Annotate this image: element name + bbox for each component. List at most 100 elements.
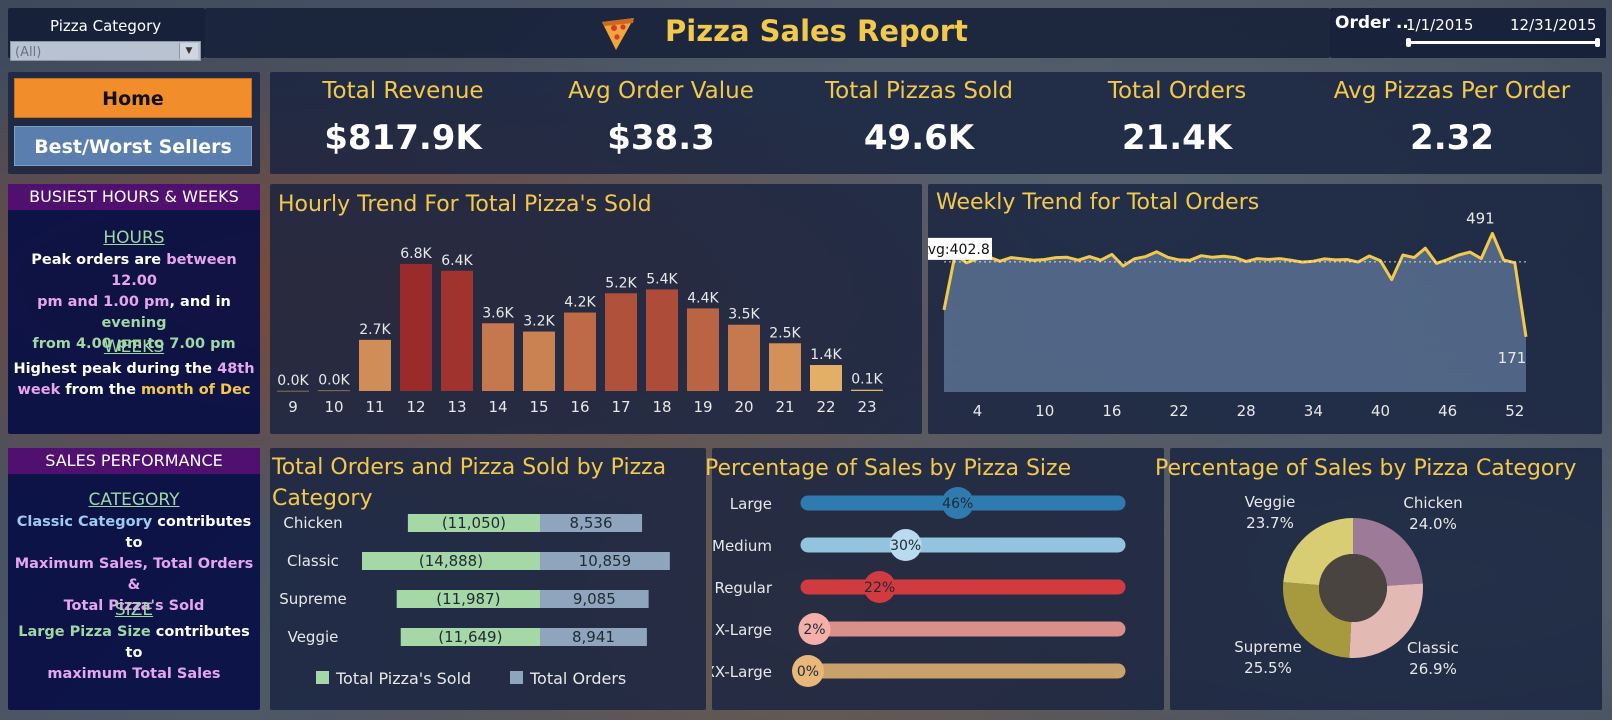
x-tick-label: 22: [1169, 402, 1188, 420]
date-filter-label: Order ..: [1335, 13, 1409, 33]
kpi-label: Total Pizzas Sold: [825, 78, 1013, 104]
slice-name-label: Supreme: [1234, 638, 1301, 656]
x-tick-label: 10: [324, 398, 343, 416]
busiest-hours-panel: BUSIEST HOURS & WEEKS HOURS Peak orders …: [8, 184, 260, 434]
size-sales-chart: Percentage of Sales by Pizza Size Large 4…: [705, 448, 1164, 710]
date-range-slider[interactable]: [1406, 38, 1600, 47]
pizza-slice-icon: [602, 18, 634, 50]
pizzas-sold-label: (11,649): [438, 628, 502, 646]
chevron-down-icon[interactable]: ▼: [179, 43, 198, 59]
category-label: Veggie: [288, 628, 339, 646]
legend-label-orders: Total Orders: [529, 669, 626, 688]
pizzas-sold-label: (11,987): [436, 590, 500, 608]
size-chart-svg: Large 46% Medium 30% Regular 22% X-Large 2% XX-L…: [712, 487, 1126, 687]
pizza-category-filter: Pizza Category (All) ▼: [8, 8, 205, 61]
x-tick-label: 16: [570, 398, 589, 416]
hourly-chart-svg: 0.0K 9 0.0K 10 2.7K 11 6.8K 12 6.4K 13 3.6K 14 3.2K 1…: [277, 246, 884, 416]
hourly-bar: [851, 389, 883, 391]
orders-label: 10,859: [579, 552, 632, 570]
size-label: Large: [730, 495, 772, 513]
legend-swatch-pizzas: [316, 671, 329, 684]
bar-value-label: 2.7K: [359, 322, 391, 338]
kpi-value: 49.6K: [863, 118, 975, 158]
weeks-text: Highest peak during the 48th week from t…: [13, 361, 255, 398]
donut-hole: [1319, 554, 1387, 622]
x-tick-label: 11: [365, 398, 384, 416]
date-end-handle[interactable]: [1595, 38, 1600, 47]
x-tick-label: 16: [1102, 402, 1121, 420]
date-start-handle[interactable]: [1406, 38, 1411, 47]
size-value-label: 2%: [803, 622, 825, 638]
bar-value-label: 2.5K: [769, 325, 801, 341]
slice-value-label: 23.7%: [1246, 514, 1294, 532]
size-label: Regular: [714, 579, 772, 597]
x-tick-label: 13: [447, 398, 466, 416]
busiest-heading: BUSIEST HOURS & WEEKS: [8, 184, 260, 210]
sales-heading: SALES PERFORMANCE: [8, 448, 260, 474]
size-value-label: 30%: [890, 538, 921, 554]
title-bar: Pizza Sales Report: [205, 8, 1330, 58]
x-tick-label: 4: [973, 402, 983, 420]
kpi-value: 2.32: [1410, 118, 1494, 158]
bar-value-label: 5.2K: [605, 275, 637, 291]
slice-value-label: 25.5%: [1244, 659, 1292, 677]
x-tick-label: 40: [1371, 402, 1390, 420]
hourly-bar: [810, 365, 842, 391]
x-tick-label: 23: [857, 398, 876, 416]
best-worst-sellers-button[interactable]: Best/Worst Sellers: [14, 126, 252, 166]
bar-value-label: 0.1K: [851, 372, 883, 388]
size-value-label: 0%: [797, 664, 819, 680]
orders-label: 9,085: [573, 590, 616, 608]
slice-value-label: 24.0%: [1409, 515, 1457, 533]
category-label: Classic: [287, 552, 339, 570]
pizza-category-dropdown[interactable]: (All) ▼: [10, 41, 201, 61]
average-label: Avg:402.8: [928, 242, 990, 258]
size-text: Large Pizza Size contributes to maximum …: [18, 624, 250, 682]
kpi-label: Avg Pizzas Per Order: [1333, 78, 1571, 104]
x-tick-label: 17: [611, 398, 630, 416]
hourly-bar: [564, 312, 596, 391]
slice-name-label: Chicken: [1403, 494, 1462, 512]
x-tick-label: 46: [1438, 402, 1457, 420]
weekly-trend-chart: Weekly Trend for Total Orders Avg:402.84…: [928, 184, 1602, 434]
kpi-value: $817.9K: [324, 118, 482, 158]
bar-value-label: 0.0K: [277, 373, 309, 389]
x-tick-label: 20: [734, 398, 753, 416]
order-date-filter: Order .. 1/1/2015 12/31/2015: [1330, 8, 1606, 58]
max-label: 491: [1466, 209, 1495, 227]
slice-name-label: Classic: [1407, 639, 1459, 657]
orders-label: 8,941: [572, 628, 615, 646]
category-chart-svg: Chicken (11,050) 8,536 Classic (14,888) 10,85…: [279, 514, 670, 688]
bar-value-label: 5.4K: [646, 271, 678, 287]
x-tick-label: 14: [488, 398, 507, 416]
x-tick-label: 21: [775, 398, 794, 416]
date-end: 12/31/2015: [1510, 16, 1597, 34]
hourly-bar: [318, 390, 350, 392]
kpi-label: Avg Order Value: [568, 78, 754, 104]
size-label: X-Large: [715, 621, 772, 639]
size-value-label: 22%: [864, 580, 895, 596]
bar-value-label: 1.4K: [810, 347, 842, 363]
donut-chart-svg: Chicken 24.0% Classic 26.9% Supreme 25.5% Vegg…: [1234, 493, 1462, 678]
size-label: Medium: [712, 537, 772, 555]
navigation-panel: Home Best/Worst Sellers: [8, 72, 260, 174]
category-title: CATEGORY: [88, 490, 180, 510]
category-sales-donut: Percentage of Sales by Pizza Category Ch…: [1155, 448, 1602, 710]
bar-value-label: 3.6K: [482, 305, 514, 321]
orders-label: 8,536: [570, 514, 613, 532]
size-label: XX-Large: [712, 663, 772, 681]
x-tick-label: 10: [1035, 402, 1054, 420]
hourly-bar: [769, 343, 801, 391]
category-orders-chart: Total Orders and Pizza Sold by Pizza Cat…: [270, 448, 706, 710]
category-label: Supreme: [279, 590, 346, 608]
hours-title: HOURS: [103, 228, 165, 248]
slice-name-label: Veggie: [1245, 493, 1296, 511]
bar-value-label: 4.4K: [687, 290, 719, 306]
size-value-label: 46%: [942, 496, 973, 512]
hourly-bar: [605, 293, 637, 391]
kpi-label: Total Orders: [1107, 78, 1247, 104]
kpi-value: $38.3: [607, 118, 715, 158]
bar-value-label: 3.5K: [728, 307, 760, 323]
filter-label: Pizza Category: [50, 17, 162, 35]
home-button[interactable]: Home: [14, 78, 252, 118]
